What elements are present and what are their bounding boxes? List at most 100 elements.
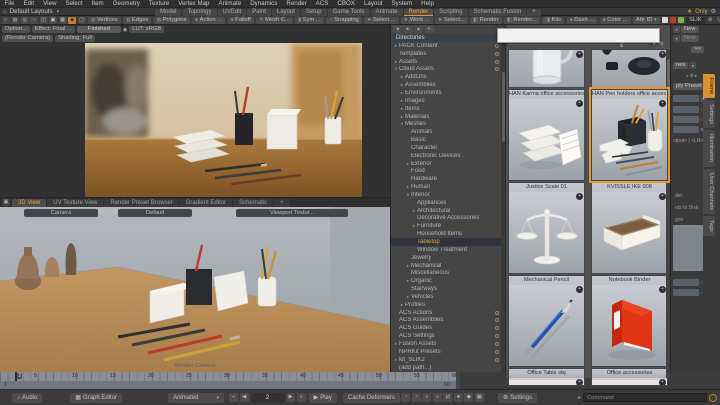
preset-cell-justice-scale-01[interactable]: Justice Scale 01+ — [508, 182, 585, 274]
toolbar-sym-[interactable]: ▮Sym ... — [295, 17, 323, 24]
layout-tab-topology[interactable]: Topology — [182, 9, 216, 16]
scenes-dropdown[interactable]: nes — [673, 62, 688, 69]
toolbar-edges[interactable]: ◍Edges — [123, 17, 151, 24]
tree-item-materials[interactable]: ▸Materials — [391, 113, 502, 121]
radio-icon[interactable] — [495, 326, 499, 330]
viewport-texture-button[interactable]: Viewport Textur... — [236, 209, 348, 217]
layout-tab-animate[interactable]: Animate — [371, 9, 403, 16]
tree-item-images[interactable]: ▸Images — [391, 97, 502, 105]
timeline-range-bar[interactable]: 1 60 — [0, 381, 456, 389]
apply-preset-button[interactable]: ply Preset — [673, 83, 705, 90]
layout-tab-game-tools[interactable]: Game Tools — [328, 9, 370, 16]
chevron-down-icon[interactable]: ▾ — [673, 26, 680, 33]
viewport-3d[interactable]: Camera Default Viewport Textur... Render… — [0, 207, 390, 372]
add-preset-icon[interactable]: + — [659, 286, 666, 293]
tree-item-acs-settings[interactable]: ACS Settings — [391, 332, 502, 340]
cache-deformers-button[interactable]: Cache Deformers — [343, 393, 400, 403]
menu-dynamics[interactable]: Dynamics — [246, 0, 282, 8]
add-preset-icon[interactable]: + — [659, 193, 666, 200]
toolbar-work-[interactable]: ➤Work ... — [401, 17, 433, 24]
radio-icon[interactable] — [495, 318, 499, 322]
open-dropdown-overlay[interactable] — [497, 28, 660, 43]
only-toggle[interactable]: Only — [695, 9, 707, 15]
highlight-icon[interactable]: ■ — [68, 17, 76, 24]
add-preset-icon[interactable]: + — [659, 51, 666, 58]
mirror-icon[interactable]: ◫ — [40, 17, 48, 24]
center-tab-render-preset-browser[interactable]: Render Preset Browser — [104, 199, 178, 207]
tree-item-cloud-assets[interactable]: ▾Cloud Assets — [391, 66, 502, 74]
tree-item-jewelry[interactable]: Jewelry — [391, 254, 502, 262]
radio-icon[interactable] — [495, 334, 499, 338]
value-field[interactable] — [673, 289, 699, 296]
dropdown-field[interactable] — [673, 95, 699, 102]
tree-item--add-path-[interactable]: (add path...) — [391, 364, 502, 372]
tree-item-acs-assemblies[interactable]: ACS Assemblies — [391, 317, 502, 325]
menu-acs[interactable]: ACS — [311, 0, 333, 8]
chip-white-icon[interactable] — [662, 17, 668, 23]
tree-item-mechanical[interactable]: ▸Mechanical — [391, 262, 502, 270]
tree-item-appliances[interactable]: Appliances — [391, 199, 502, 207]
layout-tab-paint[interactable]: Paint — [247, 9, 271, 16]
preset-cell-office-table-obj[interactable]: Office Table obj+ — [508, 368, 585, 386]
add-preset-icon[interactable]: + — [576, 51, 583, 58]
tree-item-items[interactable]: ▸Items — [391, 105, 502, 113]
menu-help[interactable]: Help — [417, 0, 439, 8]
jump-start-icon[interactable]: « — [422, 393, 431, 402]
center-tab-schematic[interactable]: Schematic — [233, 199, 273, 207]
radio-icon[interactable] — [495, 44, 499, 48]
toolbar-ahr-id[interactable]: Ahr ID▾ — [633, 17, 659, 24]
toolbar-color-[interactable]: ●Color ... — [600, 17, 631, 24]
preset-cell-kvissle-ike-008[interactable]: KVISSLE IKE 008+ — [591, 182, 668, 274]
tree-item-decorative-accessories[interactable]: Decorative Accessories — [391, 215, 502, 223]
star-icon[interactable]: ★ — [687, 8, 692, 15]
add-preset-icon[interactable]: + — [576, 286, 583, 293]
home-icon[interactable]: ⌂ — [3, 9, 7, 15]
tree-item-tabletop[interactable]: Tabletop — [391, 238, 502, 246]
chevron-right-icon[interactable]: ▸ — [695, 73, 697, 79]
tree-item-nprkit-presets[interactable]: NPRKit Presets — [391, 348, 502, 356]
tree-item-assets[interactable]: ▸Assets — [391, 58, 502, 66]
tree-item-stairways[interactable]: Stairways — [391, 285, 502, 293]
menu-view[interactable]: View — [39, 0, 61, 8]
chevron-down-icon[interactable]: ▾ — [689, 62, 696, 69]
jump-end-icon[interactable]: » — [433, 393, 442, 402]
directories-header[interactable]: Directories — [391, 34, 505, 42]
tree-item-animals[interactable]: Animals — [391, 128, 502, 136]
layout-tab-setup[interactable]: Setup — [301, 9, 327, 16]
clock-icon[interactable]: ◔ — [412, 393, 421, 402]
toolbar-polygons[interactable]: ◍Polygons — [154, 17, 190, 24]
vertical-tab-user-channels[interactable]: User Channels — [703, 169, 715, 214]
center-tab-uv-texture-view[interactable]: UV Texture View — [47, 199, 103, 207]
menu-texture[interactable]: Texture — [144, 0, 173, 8]
history-icon[interactable] — [709, 394, 717, 402]
expand-button[interactable]: >> — [691, 46, 704, 53]
value-field[interactable] — [673, 279, 699, 286]
radio-icon[interactable] — [495, 67, 499, 71]
menu-edit[interactable]: Edit — [19, 0, 39, 8]
tree-item-addons[interactable]: ▸AddOns — [391, 73, 502, 81]
timeline-ruler[interactable]: 510152025303540455055602 — [0, 372, 456, 381]
add-preset-icon[interactable]: + — [576, 193, 583, 200]
command-input[interactable]: Command — [583, 393, 707, 402]
tree-item-organic[interactable]: ▸Organic — [391, 277, 502, 285]
radio-icon[interactable] — [495, 60, 499, 64]
chip-red-icon[interactable] — [670, 17, 676, 23]
preset-cell-office-accessories[interactable]: Office accessories+ — [591, 368, 668, 386]
center-tab-gradient-editor[interactable]: Gradient Editor — [180, 199, 232, 207]
radio-icon[interactable] — [495, 311, 499, 315]
tree-item-assemblies[interactable]: ▸Assemblies — [391, 81, 502, 89]
viewport-default-button[interactable]: Default — [118, 209, 192, 217]
preset-cell-han-pen-holders-office-acces[interactable]: HAN Pen holders office acces ...+ — [591, 89, 668, 181]
toolbar-kits[interactable]: ◨Kits — [542, 17, 564, 24]
pop-out-icon[interactable]: ↘ — [685, 73, 689, 79]
toolbar-render-[interactable]: ◧Render... — [504, 17, 540, 24]
gear-icon[interactable]: ⚙ — [706, 17, 714, 24]
back-icon[interactable]: ◂ — [393, 26, 402, 33]
up-icon[interactable]: ▴ — [414, 26, 423, 33]
plus-icon[interactable]: + — [425, 26, 434, 33]
radio-icon[interactable] — [495, 342, 499, 346]
menu-animate[interactable]: Animate — [214, 0, 246, 8]
default-layouts-dropdown[interactable]: Default Layouts — [10, 8, 53, 15]
key-icon[interactable]: ◆ — [464, 393, 473, 402]
dot-icon[interactable]: ● — [454, 393, 463, 402]
